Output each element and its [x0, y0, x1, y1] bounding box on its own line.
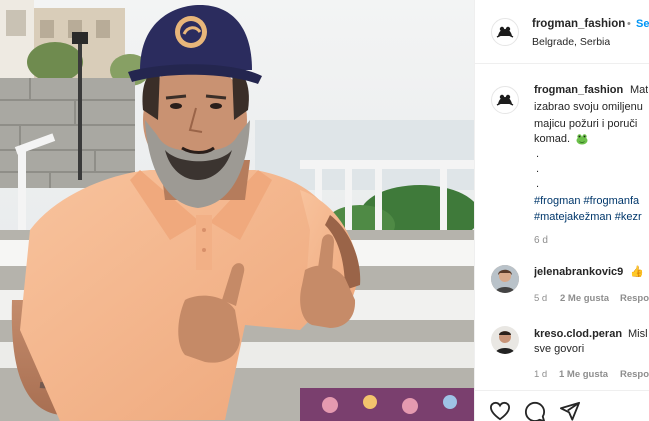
caption-dot-2: .: [536, 163, 540, 175]
caption-timestamp[interactable]: 6 d: [534, 235, 548, 246]
heart-icon[interactable]: [489, 401, 511, 421]
caption-line-3: majicu požuri i poruči: [534, 118, 638, 130]
post-location[interactable]: Belgrade, Serbia: [532, 36, 610, 48]
post-header: frogman_fashion • Se Belgrade, Serbia: [475, 0, 649, 64]
avatar-photo: [491, 326, 519, 354]
caption-hashtags-1[interactable]: #frogman #frogmanfa: [534, 195, 649, 207]
instagram-post: frogman_fashion • Se Belgrade, Serbia fr…: [0, 0, 649, 421]
comment-reply-button[interactable]: Respo: [620, 369, 649, 380]
comment-likes[interactable]: 2 Me gusta: [560, 293, 609, 304]
post-details-panel: frogman_fashion • Se Belgrade, Serbia fr…: [474, 0, 649, 421]
caption-username[interactable]: frogman_fashion: [534, 84, 623, 96]
comment-reply-button[interactable]: Respo: [620, 293, 649, 304]
caption-dot-3: .: [536, 178, 540, 190]
caption-line-2: izabrao svoju omiljenu: [534, 101, 643, 113]
frog-logo-icon: [496, 94, 514, 106]
caption-line-4: komad.: [534, 133, 571, 145]
action-bar: [475, 390, 649, 421]
commenter-avatar[interactable]: [491, 265, 519, 293]
frog-emoji-icon: [576, 132, 588, 150]
caption-hashtags-2[interactable]: #matejakežman #kezr: [534, 211, 649, 223]
share-icon[interactable]: [559, 401, 581, 421]
author-avatar[interactable]: [491, 18, 519, 46]
avatar-photo: [491, 265, 519, 293]
comment-likes[interactable]: 1 Me gusta: [559, 369, 608, 380]
comment-timestamp[interactable]: 1 d: [534, 369, 547, 380]
comment-text: 👍: [630, 266, 644, 278]
comment-username[interactable]: jelenabrankovic9: [534, 266, 623, 278]
post-photo[interactable]: [0, 0, 474, 421]
caption-author-avatar[interactable]: [491, 86, 519, 114]
caption-line-1-end: Mat: [630, 84, 649, 96]
comment-text: Misl: [628, 328, 648, 340]
separator-dot: •: [627, 18, 631, 30]
comment-username[interactable]: kreso.clod.peran: [534, 328, 622, 340]
frog-logo-icon: [496, 26, 514, 38]
comment-text-2: sve govori: [534, 343, 585, 355]
caption-dot-1: .: [536, 148, 540, 160]
follow-button[interactable]: Se: [636, 18, 649, 30]
photo-illustration: [0, 0, 474, 421]
comment-icon[interactable]: [524, 401, 546, 421]
commenter-avatar[interactable]: [491, 326, 519, 354]
comment-timestamp[interactable]: 5 d: [534, 293, 547, 304]
author-username[interactable]: frogman_fashion: [532, 18, 625, 30]
